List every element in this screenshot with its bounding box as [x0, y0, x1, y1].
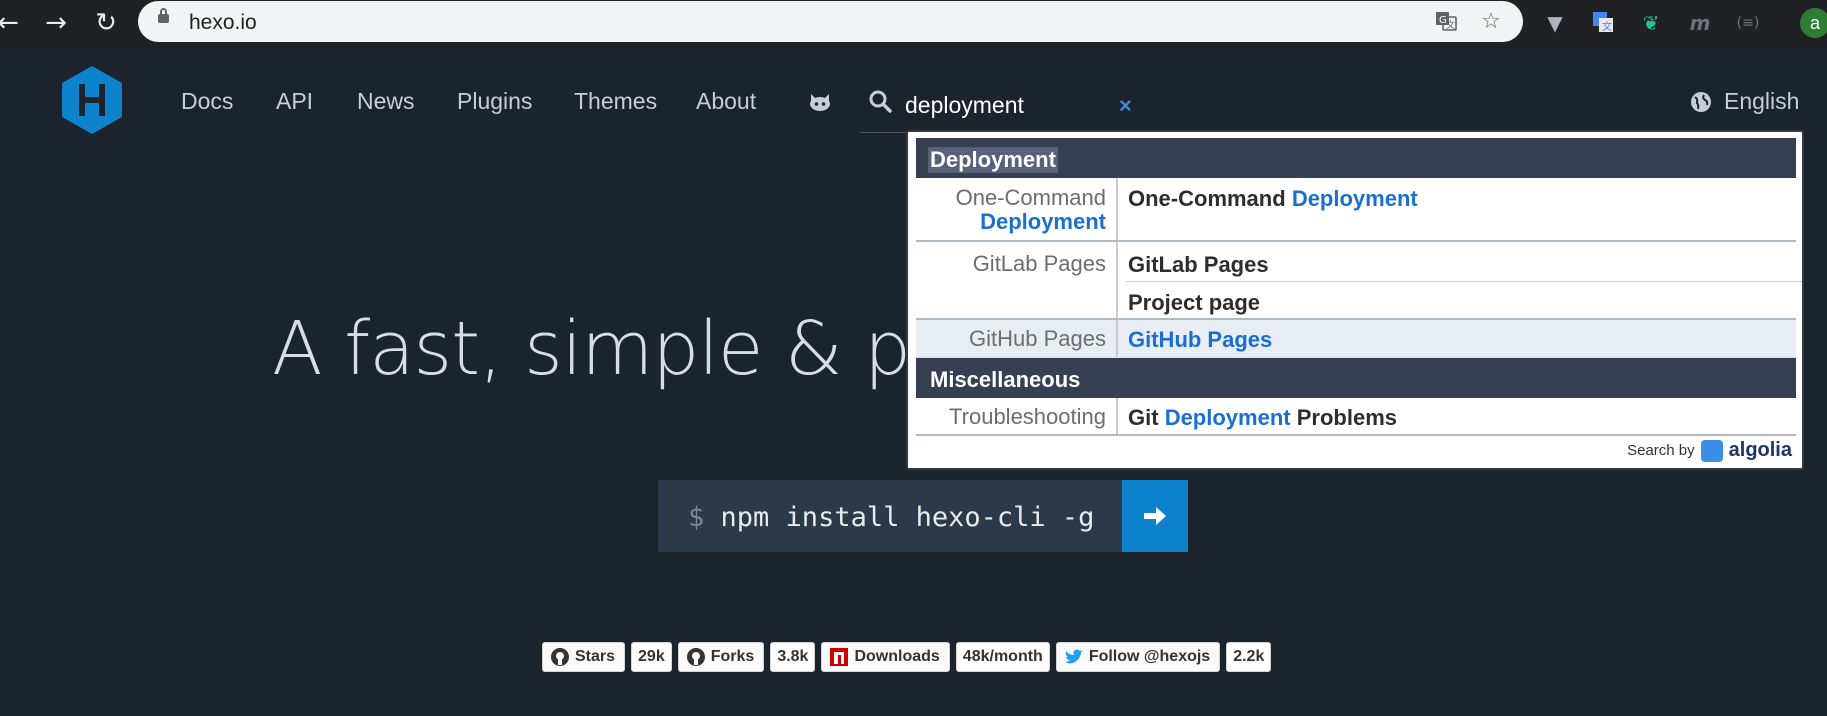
svg-text:文: 文	[1602, 20, 1612, 33]
arrow-right-icon	[1144, 507, 1166, 525]
search-results-dropdown: Deployment One-Command Deployment One-Com…	[906, 130, 1804, 470]
badge-row: Stars 29k Forks 3.8k Downloads 48k/month…	[542, 642, 1277, 672]
shell-prompt: $	[688, 502, 705, 533]
search-box	[860, 85, 1136, 133]
nav-about[interactable]: About	[696, 88, 756, 115]
reload-icon[interactable]: ↻	[92, 9, 120, 37]
twitter-follow-badge[interactable]: Follow @hexojs 2.2k	[1055, 642, 1272, 672]
back-arrow-icon[interactable]: ←	[0, 9, 22, 37]
hexo-logo[interactable]	[62, 66, 122, 134]
search-result[interactable]: One-Command Deployment One-Command Deploy…	[916, 178, 1796, 242]
install-go-button[interactable]	[1122, 480, 1188, 552]
address-url[interactable]: hexo.io	[189, 11, 257, 35]
search-input[interactable]	[905, 89, 1105, 121]
npm-icon	[830, 648, 849, 666]
install-command: npm install hexo-cli -g	[720, 502, 1095, 533]
search-icon	[869, 90, 892, 113]
nav-plugins[interactable]: Plugins	[457, 88, 532, 115]
search-by-algolia[interactable]: Search by algolia	[1627, 439, 1792, 462]
profile-avatar[interactable]: a	[1800, 8, 1827, 38]
lock-icon	[158, 8, 169, 23]
install-command-box: $ npm install hexo-cli -g	[658, 480, 1122, 552]
search-result[interactable]: GitLab Pages GitLab Pages Project page	[916, 242, 1802, 320]
dino-extension-icon[interactable]: ❦	[1638, 10, 1664, 36]
algolia-icon	[1700, 439, 1723, 462]
m-extension-icon[interactable]: m	[1687, 10, 1713, 36]
category-header: Deployment	[916, 138, 1796, 178]
language-selector[interactable]: English	[1724, 88, 1799, 115]
search-result-subtitle[interactable]: Project page	[1128, 290, 1260, 316]
bookmark-star-icon[interactable]: ☆	[1478, 9, 1504, 35]
search-result[interactable]: GitHub Pages GitHub Pages	[916, 320, 1796, 358]
forward-arrow-icon[interactable]: →	[42, 9, 70, 37]
svg-text:文: 文	[1446, 19, 1455, 31]
equals-extension-icon[interactable]: (≡)	[1735, 10, 1761, 36]
github-stars-badge[interactable]: Stars 29k	[542, 642, 672, 672]
nav-themes[interactable]: Themes	[574, 88, 657, 115]
github-forks-badge[interactable]: Forks 3.8k	[677, 642, 816, 672]
clear-search-icon[interactable]: ×	[1119, 93, 1132, 119]
github-icon[interactable]	[808, 92, 832, 112]
twitter-icon	[1064, 649, 1083, 664]
browser-toolbar: ← → ↻ hexo.io G文 ☆ ▼ 文 ❦ m (≡) a	[0, 0, 1827, 48]
github-icon	[551, 648, 569, 666]
search-result[interactable]: Troubleshooting Git Deployment Problems	[916, 398, 1796, 436]
hero-headline: A fast, simple & pow	[272, 306, 1015, 392]
nav-api[interactable]: API	[276, 88, 313, 115]
nav-docs[interactable]: Docs	[181, 88, 233, 115]
category-header: Miscellaneous	[916, 358, 1796, 398]
github-icon	[686, 648, 705, 666]
google-translate-extension-icon[interactable]: 文	[1590, 10, 1616, 36]
nav-news[interactable]: News	[357, 88, 415, 115]
address-bar[interactable]: hexo.io G文 ☆	[138, 1, 1523, 42]
vivaldi-extension-icon[interactable]: ▼	[1542, 10, 1568, 36]
globe-icon	[1691, 92, 1711, 112]
translate-icon[interactable]: G文	[1433, 9, 1459, 35]
npm-downloads-badge[interactable]: Downloads 48k/month	[821, 642, 1050, 672]
